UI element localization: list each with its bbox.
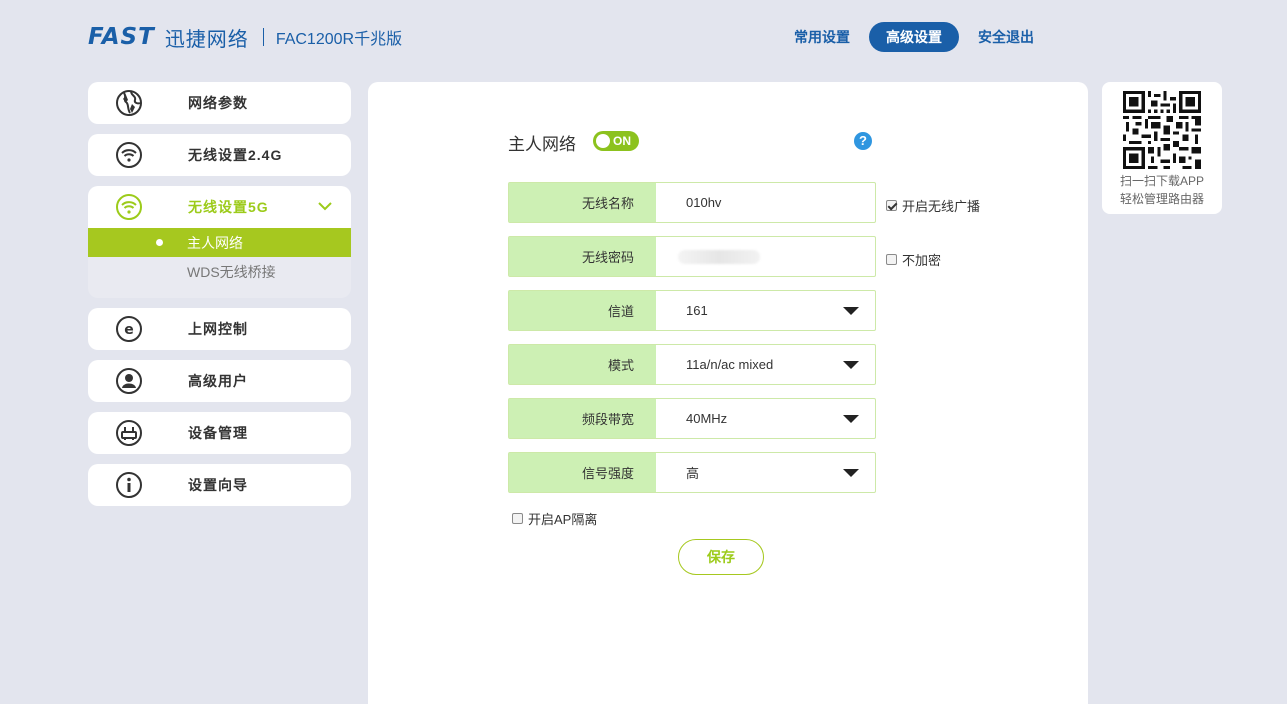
password-redacted: [678, 249, 760, 264]
submenu-item-label: WDS无线桥接: [187, 263, 276, 280]
save-button[interactable]: 保存: [678, 539, 764, 575]
checkbox-checked-icon: [886, 200, 897, 211]
field-label: 信号强度: [509, 453, 656, 492]
signal-select[interactable]: 高: [656, 453, 875, 492]
checkbox-label: 不加密: [902, 253, 942, 268]
field-label: 无线名称: [509, 183, 656, 222]
select-value: 高: [686, 466, 700, 481]
broadcast-checkbox[interactable]: 开启无线广播: [886, 196, 980, 215]
select-value: 161: [686, 303, 708, 318]
qr-card: 扫一扫下载APP 轻松管理路由器: [1102, 82, 1222, 214]
field-label: 无线密码: [509, 237, 656, 276]
logo-cn-text: 迅捷网络: [164, 28, 249, 51]
brand-logo: FAST 迅捷网络 FAC1200R千兆版: [88, 24, 403, 51]
logo-brand-text: FAST: [88, 24, 155, 50]
checkbox-unchecked-icon: [512, 513, 523, 524]
top-nav: 常用设置 高级设置 安全退出: [777, 22, 1053, 52]
dropdown-arrow-icon[interactable]: [843, 415, 859, 423]
sidebar-item-advanced-users[interactable]: 高级用户: [88, 360, 351, 402]
sidebar-item-label: 网络参数: [188, 95, 248, 111]
toggle-knob: [596, 134, 610, 148]
field-label: 信道: [509, 291, 656, 330]
sidebar: 网络参数 无线设置2.4G 无线设置5G 主人网络 WDS无线桥接 e 上网控制: [88, 82, 351, 516]
field-label: 模式: [509, 345, 656, 384]
toggle-label: ON: [613, 134, 631, 148]
sidebar-item-label: 设备管理: [188, 425, 248, 441]
sidebar-item-label: 上网控制: [188, 321, 248, 337]
password-input[interactable]: [656, 237, 875, 276]
no-encrypt-checkbox[interactable]: 不加密: [886, 250, 941, 269]
host-network-toggle[interactable]: ON: [593, 131, 639, 151]
sidebar-item-label: 无线设置5G: [188, 199, 269, 215]
main-panel: 主人网络 ON ? 无线名称 010hv 开启无线广播 无线密码 不加密 信道 …: [368, 82, 1088, 704]
dropdown-arrow-icon[interactable]: [843, 469, 859, 477]
model-name: FAC1200R千兆版: [275, 31, 403, 48]
logo-divider: [262, 28, 264, 46]
submenu-item-wds-bridge[interactable]: WDS无线桥接: [88, 257, 351, 286]
field-channel[interactable]: 信道 161: [508, 290, 876, 331]
select-value: 40MHz: [686, 411, 728, 426]
sidebar-item-wireless-24g[interactable]: 无线设置2.4G: [88, 134, 351, 176]
sidebar-item-wireless-5g[interactable]: 无线设置5G: [88, 186, 351, 228]
field-mode[interactable]: 模式 11a/n/ac mixed: [508, 344, 876, 385]
sidebar-item-label: 高级用户: [188, 373, 248, 389]
channel-select[interactable]: 161: [656, 291, 875, 330]
nav-common-settings[interactable]: 常用设置: [777, 22, 867, 52]
submenu-item-host-network[interactable]: 主人网络: [88, 228, 351, 257]
submenu-item-label: 主人网络: [187, 234, 243, 251]
help-icon[interactable]: ?: [854, 132, 872, 150]
nav-logout[interactable]: 安全退出: [961, 22, 1051, 52]
qr-caption-line2: 轻松管理路由器: [1119, 192, 1204, 206]
checkbox-label: 开启AP隔离: [528, 512, 598, 527]
checkbox-label: 开启无线广播: [902, 199, 981, 214]
router-icon: [115, 419, 143, 447]
field-ssid: 无线名称 010hv: [508, 182, 876, 223]
mode-select[interactable]: 11a/n/ac mixed: [656, 345, 875, 384]
dropdown-arrow-icon[interactable]: [843, 307, 859, 315]
nav-advanced-settings[interactable]: 高级设置: [869, 22, 959, 52]
chevron-down-icon[interactable]: [317, 199, 333, 217]
ssid-input[interactable]: 010hv: [656, 183, 875, 222]
wifi-icon: [115, 193, 143, 221]
dropdown-arrow-icon[interactable]: [843, 361, 859, 369]
field-bandwidth[interactable]: 频段带宽 40MHz: [508, 398, 876, 439]
active-dot-icon: [156, 239, 163, 246]
info-icon: [115, 471, 143, 499]
user-icon: [115, 367, 143, 395]
field-password: 无线密码: [508, 236, 876, 277]
sidebar-item-label: 设置向导: [188, 477, 248, 493]
globe-icon: [115, 89, 143, 117]
svg-text:e: e: [124, 322, 134, 338]
checkbox-unchecked-icon: [886, 254, 897, 265]
qr-caption-line1: 扫一扫下载APP: [1119, 174, 1204, 188]
qr-code-icon: [1123, 91, 1201, 169]
wifi-icon: [115, 141, 143, 169]
sidebar-item-setup-wizard[interactable]: 设置向导: [88, 464, 351, 506]
field-signal[interactable]: 信号强度 高: [508, 452, 876, 493]
select-value: 11a/n/ac mixed: [686, 357, 774, 372]
submenu-wireless-5g: 主人网络 WDS无线桥接: [88, 228, 351, 298]
sidebar-item-label: 无线设置2.4G: [188, 147, 283, 163]
ap-isolation-checkbox[interactable]: 开启AP隔离: [512, 509, 597, 528]
sidebar-item-network[interactable]: 网络参数: [88, 82, 351, 124]
sidebar-item-device-management[interactable]: 设备管理: [88, 412, 351, 454]
field-label: 频段带宽: [509, 399, 656, 438]
section-title: 主人网络: [508, 135, 576, 154]
e-icon: e: [115, 315, 143, 343]
bandwidth-select[interactable]: 40MHz: [656, 399, 875, 438]
sidebar-item-access-control[interactable]: e 上网控制: [88, 308, 351, 350]
